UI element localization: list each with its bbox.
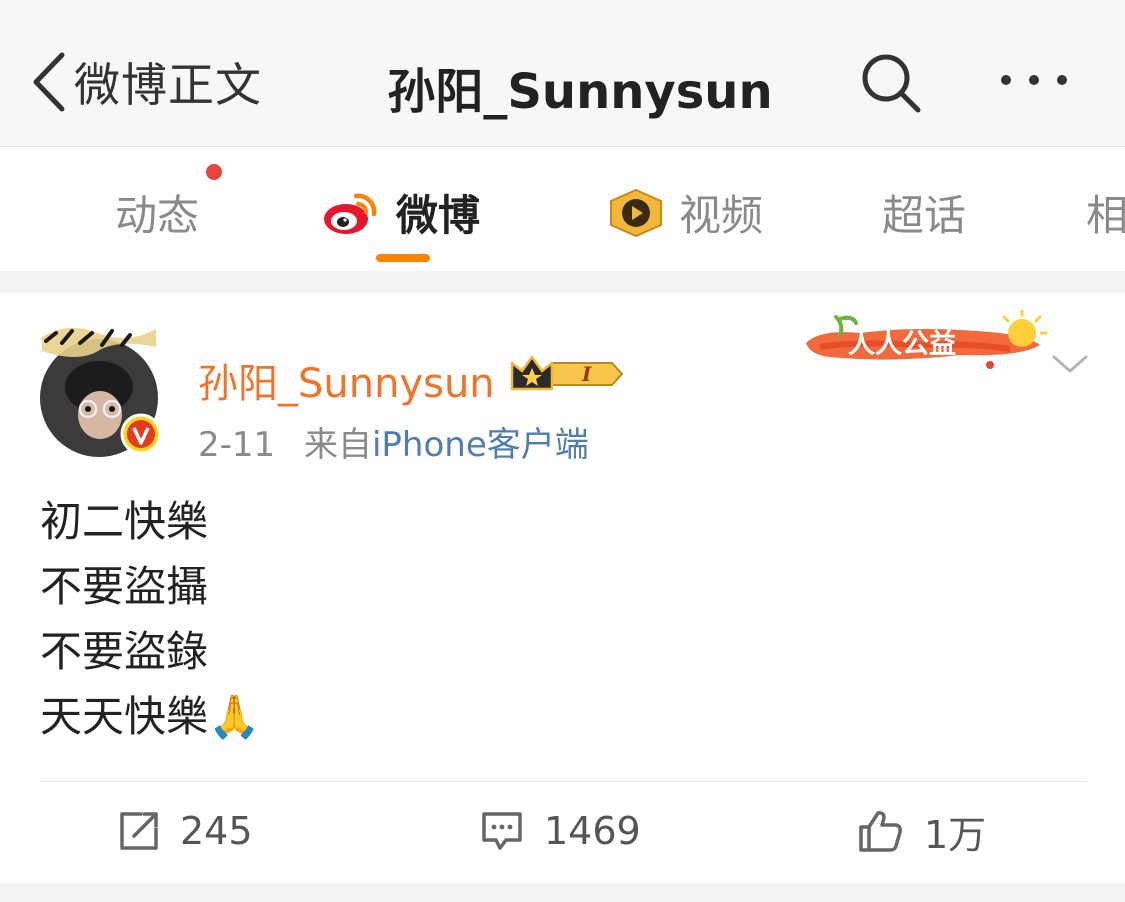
repost-icon — [120, 812, 158, 850]
member-badge-text: I — [581, 362, 592, 386]
search-button[interactable] — [858, 50, 924, 116]
tab-weibo[interactable]: 微博 — [322, 182, 480, 243]
active-tab-indicator — [376, 254, 430, 262]
post-card: 孙阳_Sunnysun I 人人公益 2-11 来自iPhone客户端 初二快樂… — [0, 293, 1125, 883]
section-separator — [0, 883, 1125, 902]
back-label: 微博正文 — [74, 58, 262, 112]
action-divider — [40, 781, 1087, 782]
chevron-left-icon — [33, 52, 65, 112]
top-nav-bar: 微博正文 孙阳_Sunnysun — [0, 0, 1125, 147]
chevron-down-icon — [1052, 355, 1088, 373]
post-date: 2-11 — [198, 425, 276, 465]
member-crown-badge[interactable]: I — [508, 351, 624, 397]
video-play-icon — [610, 188, 662, 237]
tab-weibo-label: 微博 — [396, 191, 481, 240]
comment-button[interactable]: 1469 — [480, 803, 641, 859]
post-text-line: 不要盜錄 — [40, 627, 209, 676]
repost-count: 245 — [180, 809, 253, 853]
tab-video[interactable]: 视频 — [605, 182, 763, 243]
post-from-label: 来自 — [303, 425, 372, 465]
like-button[interactable]: 1万 — [858, 803, 986, 859]
notification-dot — [206, 164, 222, 180]
post-meta: 2-11 来自iPhone客户端 — [198, 417, 589, 466]
more-dots-icon — [1001, 75, 1067, 85]
charity-banner-text: 人人公益 — [848, 329, 956, 360]
tab-super-topic[interactable]: 超话 — [882, 182, 966, 243]
post-content: 初二快樂 不要盜攝 不要盜錄 天天快樂🙏 — [40, 489, 260, 749]
thumbs-up-icon — [859, 811, 902, 852]
page-title: 孙阳_Sunnysun — [387, 64, 773, 120]
post-menu-caret[interactable] — [1050, 349, 1090, 379]
tab-activity-label: 动态 — [115, 191, 200, 240]
post-text-line: 天天快樂🙏 — [40, 692, 261, 741]
tab-related[interactable]: 相 — [1086, 182, 1125, 243]
post-text-line: 初二快樂 — [40, 497, 209, 546]
verified-v-icon — [120, 413, 162, 455]
crown-icon: I — [510, 355, 624, 391]
repost-button[interactable]: 245 — [118, 803, 253, 859]
weibo-logo-icon — [324, 193, 377, 234]
charity-promo-banner[interactable]: 人人公益 — [800, 307, 1050, 377]
comment-icon — [482, 812, 522, 850]
author-name[interactable]: 孙阳_Sunnysun — [198, 351, 495, 409]
like-count: 1万 — [924, 812, 987, 857]
comment-count: 1469 — [544, 809, 641, 853]
more-options-button[interactable] — [998, 60, 1070, 100]
tab-related-label: 相 — [1086, 191, 1125, 240]
charity-banner-graphic: 人人公益 — [806, 309, 1048, 369]
tab-super-topic-label: 超话 — [882, 191, 967, 240]
back-button[interactable]: 微博正文 — [30, 42, 262, 122]
post-source-link[interactable]: iPhone客户端 — [372, 425, 589, 465]
avatar[interactable] — [38, 321, 162, 457]
profile-tab-bar: 动态 微博 视频 超话 相 — [0, 147, 1125, 271]
tab-activity[interactable]: 动态 — [115, 182, 199, 243]
search-icon — [862, 54, 921, 113]
post-text-line: 不要盜攝 — [40, 562, 209, 611]
section-separator — [0, 271, 1125, 293]
tab-video-label: 视频 — [679, 191, 764, 240]
